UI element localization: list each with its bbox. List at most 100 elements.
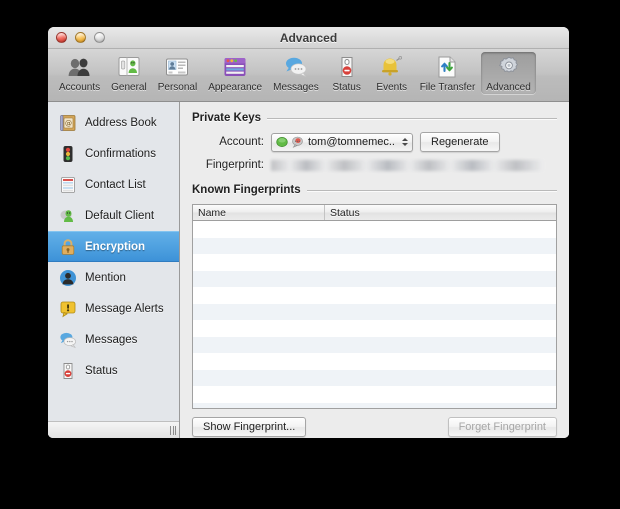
known-fingerprints-header: Known Fingerprints (192, 184, 557, 196)
status-icon (334, 54, 360, 80)
account-value: tom@tomnemec.... (308, 136, 396, 148)
toolbar-item-advanced[interactable]: Advanced (481, 52, 536, 94)
sidebar-item-messages[interactable]: Messages (48, 324, 179, 355)
table-row[interactable] (193, 287, 556, 304)
toolbar-item-appearance[interactable]: Appearance (203, 52, 267, 94)
show-fingerprint-button[interactable]: Show Fingerprint... (192, 416, 307, 437)
table-row[interactable] (193, 303, 556, 320)
table-row[interactable] (193, 402, 556, 408)
sidebar-item-label: Confirmations (85, 147, 156, 160)
column-header-status[interactable]: Status (325, 205, 556, 220)
window-body: @ Address Book Confirmations Contact Lis… (48, 102, 569, 438)
toolbar-item-events[interactable]: Events (370, 52, 414, 94)
toolbar-label: File Transfer (419, 82, 476, 93)
accounts-icon (67, 54, 93, 80)
sidebar-item-label: Address Book (85, 116, 157, 129)
fingerprint-actions: Show Fingerprint... Forget Fingerprint (192, 409, 557, 438)
sidebar-item-address-book[interactable]: @ Address Book (48, 107, 179, 138)
table-row[interactable] (193, 270, 556, 287)
sidebar-item-label: Messages (85, 333, 138, 346)
window-controls (56, 32, 105, 43)
zoom-button[interactable] (94, 32, 105, 43)
table-row[interactable] (193, 336, 556, 353)
lock-icon (58, 237, 78, 257)
sidebar-item-status[interactable]: Status (48, 355, 179, 386)
preferences-sidebar: @ Address Book Confirmations Contact Lis… (48, 102, 180, 438)
fingerprint-row: Fingerprint: (192, 159, 557, 171)
fingerprint-value-redacted (271, 159, 543, 171)
sidebar-list: @ Address Book Confirmations Contact Lis… (48, 102, 179, 421)
toolbar-label: General (111, 82, 147, 93)
known-fingerprints-title: Known Fingerprints (192, 184, 301, 196)
toolbar-item-status[interactable]: Status (325, 52, 369, 94)
status-doorhanger-icon (58, 361, 78, 381)
minimize-button[interactable] (75, 32, 86, 43)
sidebar-item-message-alerts[interactable]: Message Alerts (48, 293, 179, 324)
contact-list-icon (58, 175, 78, 195)
toolbar-label: Accounts (59, 82, 101, 93)
advanced-gear-icon (496, 54, 522, 80)
table-row[interactable] (193, 254, 556, 271)
toolbar-label: Personal (157, 82, 198, 93)
sidebar-item-encryption[interactable]: Encryption (48, 231, 179, 262)
account-label: Account: (219, 136, 264, 148)
preferences-window: Advanced Accounts General Personal Appea… (48, 27, 569, 438)
toolbar-label: Messages (273, 82, 319, 93)
account-service-icon (292, 136, 304, 148)
chevron-updown-icon (402, 138, 408, 146)
window-titlebar[interactable]: Advanced (48, 27, 569, 49)
table-row[interactable] (193, 221, 556, 238)
private-keys-title: Private Keys (192, 112, 262, 124)
section-divider (306, 189, 557, 191)
table-row[interactable] (193, 237, 556, 254)
events-icon (379, 54, 405, 80)
toolbar-label: Status (332, 82, 361, 93)
account-select[interactable]: tom@tomnemec.... (271, 132, 413, 152)
private-keys-header: Private Keys (192, 112, 557, 124)
table-row[interactable] (193, 369, 556, 386)
fingerprint-label: Fingerprint: (205, 159, 264, 171)
sidebar-item-label: Message Alerts (85, 302, 164, 315)
toolbar-label: Appearance (208, 82, 263, 93)
table-body[interactable] (193, 221, 556, 408)
desktop-background: Advanced Accounts General Personal Appea… (0, 0, 620, 509)
message-alerts-icon (58, 299, 78, 319)
toolbar-item-general[interactable]: General (106, 52, 152, 94)
table-header-row: Name Status (193, 205, 556, 221)
sidebar-item-label: Contact List (85, 178, 146, 191)
table-row[interactable] (193, 386, 556, 403)
forget-fingerprint-button[interactable]: Forget Fingerprint (447, 416, 557, 437)
sidebar-item-confirmations[interactable]: Confirmations (48, 138, 179, 169)
toolbar-item-file-transfer[interactable]: File Transfer (415, 52, 481, 94)
toolbar-item-personal[interactable]: Personal (153, 52, 202, 94)
toolbar-label: Advanced (486, 82, 531, 93)
sidebar-item-mention[interactable]: Mention (48, 262, 179, 293)
traffic-light-icon (58, 144, 78, 164)
account-online-status-icon (276, 136, 288, 148)
sidebar-item-label: Status (85, 364, 118, 377)
sidebar-item-label: Mention (85, 271, 126, 284)
svg-text:@: @ (65, 119, 72, 127)
table-row[interactable] (193, 353, 556, 370)
messages-icon (283, 54, 309, 80)
appearance-icon (222, 54, 248, 80)
sidebar-item-default-client[interactable]: Default Client (48, 200, 179, 231)
toolbar-item-accounts[interactable]: Accounts (54, 52, 105, 94)
close-button[interactable] (56, 32, 67, 43)
toolbar-item-messages[interactable]: Messages (268, 52, 324, 94)
encryption-pane: Private Keys Account: tom@tomnemec.... R… (180, 102, 569, 438)
sidebar-item-label: Encryption (85, 240, 146, 253)
general-icon (116, 54, 142, 80)
sidebar-item-contact-list[interactable]: Contact List (48, 169, 179, 200)
known-fingerprints-table[interactable]: Name Status (192, 204, 557, 409)
regenerate-button[interactable]: Regenerate (420, 132, 500, 152)
file-transfer-icon (434, 54, 460, 80)
table-row[interactable] (193, 320, 556, 337)
column-header-name[interactable]: Name (193, 205, 325, 220)
window-title: Advanced (279, 30, 338, 45)
sidebar-resize-bar[interactable] (48, 421, 179, 438)
default-client-icon (58, 206, 78, 226)
personal-icon (164, 54, 190, 80)
sidebar-item-label: Default Client (85, 209, 155, 222)
resize-grip-icon[interactable] (170, 425, 176, 435)
